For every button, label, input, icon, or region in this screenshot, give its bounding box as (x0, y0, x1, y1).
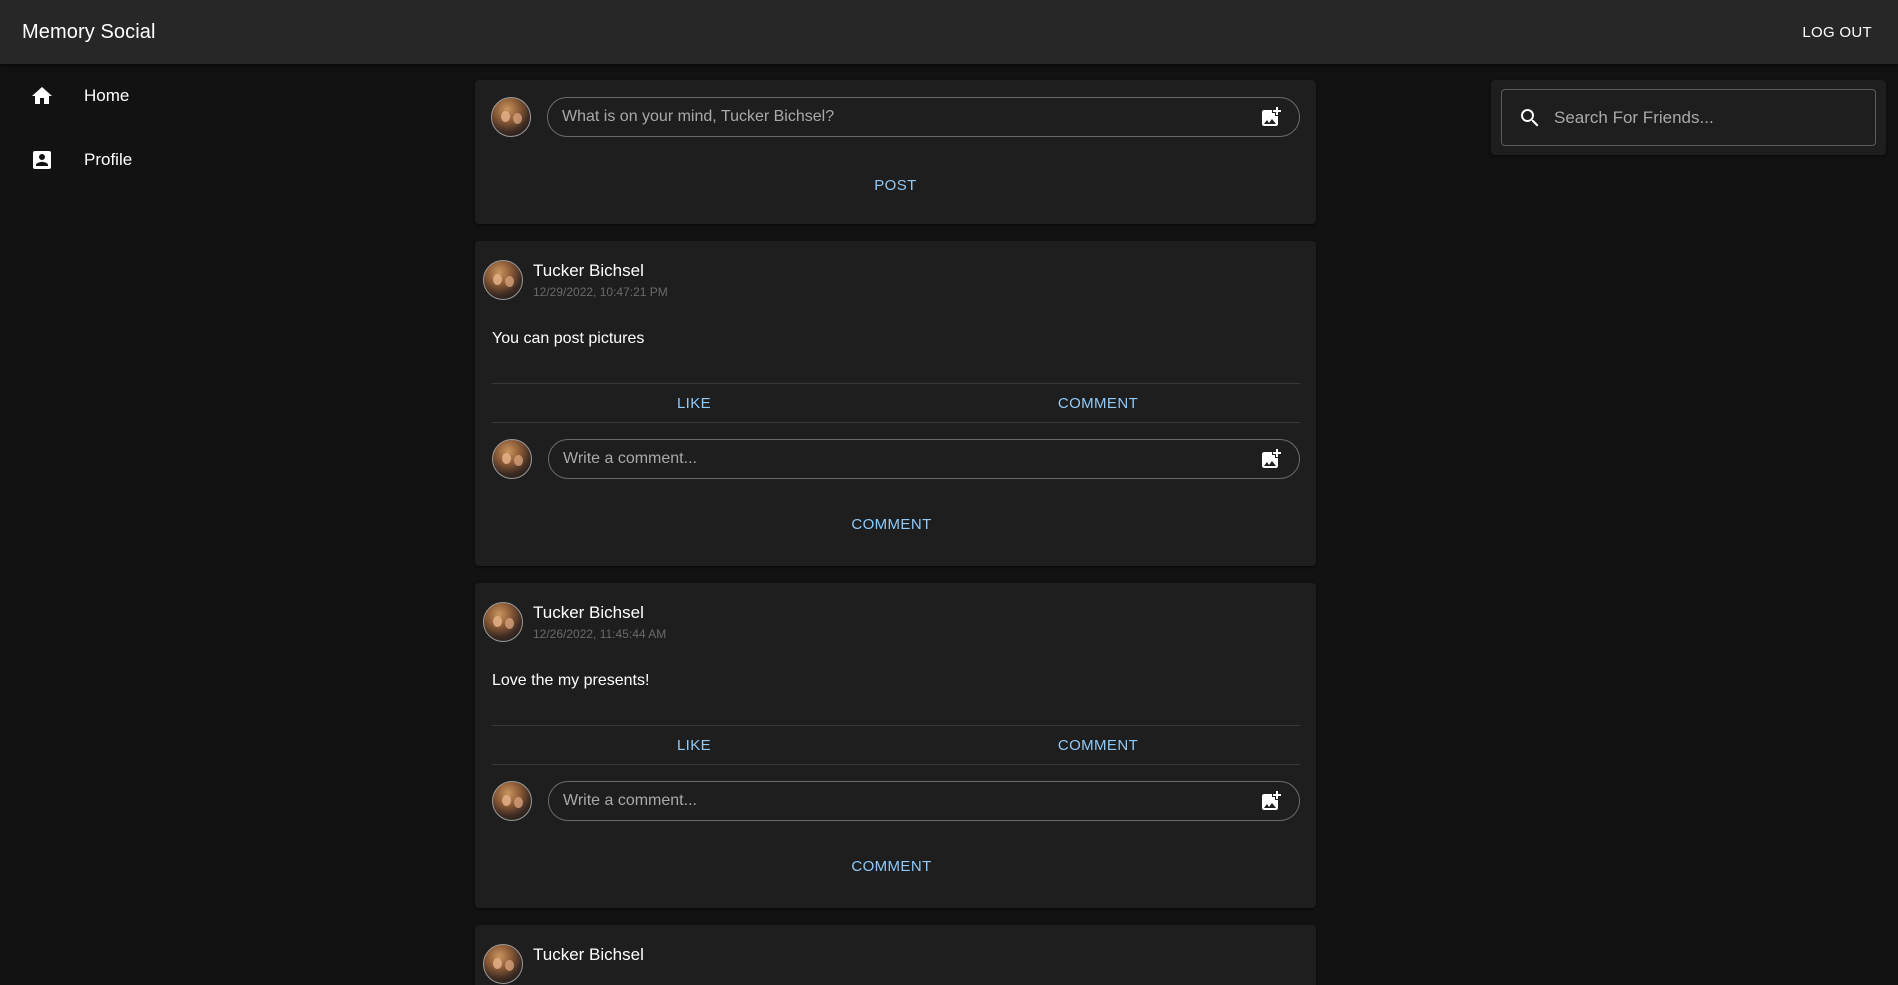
post-timestamp: 12/29/2022, 10:47:21 PM (533, 285, 668, 299)
post-author[interactable]: Tucker Bichsel (533, 261, 668, 281)
search-icon (1521, 108, 1539, 126)
sidebar-item-label: Profile (84, 150, 133, 169)
sidebar: Home Profile (0, 64, 460, 192)
comment-toggle-button[interactable]: COMMENT (1048, 731, 1148, 760)
post-body: Love the my presents! (492, 672, 650, 689)
post-card: Tucker Bichsel 12/29/2022, 10:47:21 PM Y… (475, 241, 1316, 566)
add-photo-icon[interactable] (1259, 105, 1283, 129)
post-author[interactable]: Tucker Bichsel (533, 945, 644, 965)
search-box (1501, 89, 1876, 146)
avatar (483, 944, 523, 984)
avatar (492, 781, 532, 821)
post-card: Tucker Bichsel (475, 925, 1316, 985)
logout-button[interactable]: LOG OUT (1798, 18, 1876, 47)
friend-search-panel (1491, 80, 1886, 155)
sidebar-item-label: Home (84, 86, 130, 105)
feed: POST Tucker Bichsel 12/29/2022, 10:47:21… (475, 80, 1316, 985)
comment-input[interactable] (563, 792, 1259, 810)
post-input[interactable] (562, 108, 1259, 126)
post-button[interactable]: POST (491, 171, 1300, 200)
friend-search-input[interactable] (1554, 107, 1859, 128)
avatar (483, 602, 523, 642)
comment-input-container (548, 439, 1300, 479)
post-card: Tucker Bichsel 12/26/2022, 11:45:44 AM L… (475, 583, 1316, 908)
like-button[interactable]: LIKE (667, 389, 721, 418)
add-photo-icon[interactable] (1259, 789, 1283, 813)
post-actions: LIKE COMMENT (492, 383, 1300, 423)
account-box-icon (33, 151, 51, 169)
post-body: You can post pictures (492, 330, 645, 347)
like-button[interactable]: LIKE (667, 731, 721, 760)
comment-submit-button[interactable]: COMMENT (483, 510, 1300, 539)
comment-input-container (548, 781, 1300, 821)
comment-toggle-button[interactable]: COMMENT (1048, 389, 1148, 418)
post-timestamp: 12/26/2022, 11:45:44 AM (533, 627, 667, 641)
comment-submit-button[interactable]: COMMENT (483, 852, 1300, 881)
avatar (483, 260, 523, 300)
sidebar-item-home[interactable]: Home (0, 64, 460, 128)
comment-input[interactable] (563, 450, 1259, 468)
post-composer: POST (475, 80, 1316, 224)
app-bar: Memory Social LOG OUT (0, 0, 1898, 64)
avatar (492, 439, 532, 479)
avatar (491, 97, 531, 137)
sidebar-item-profile[interactable]: Profile (0, 128, 460, 192)
app-title: Memory Social (22, 20, 156, 43)
post-input-container (547, 97, 1300, 137)
add-photo-icon[interactable] (1259, 447, 1283, 471)
post-actions: LIKE COMMENT (492, 725, 1300, 765)
post-author[interactable]: Tucker Bichsel (533, 603, 666, 623)
home-icon (32, 87, 52, 104)
